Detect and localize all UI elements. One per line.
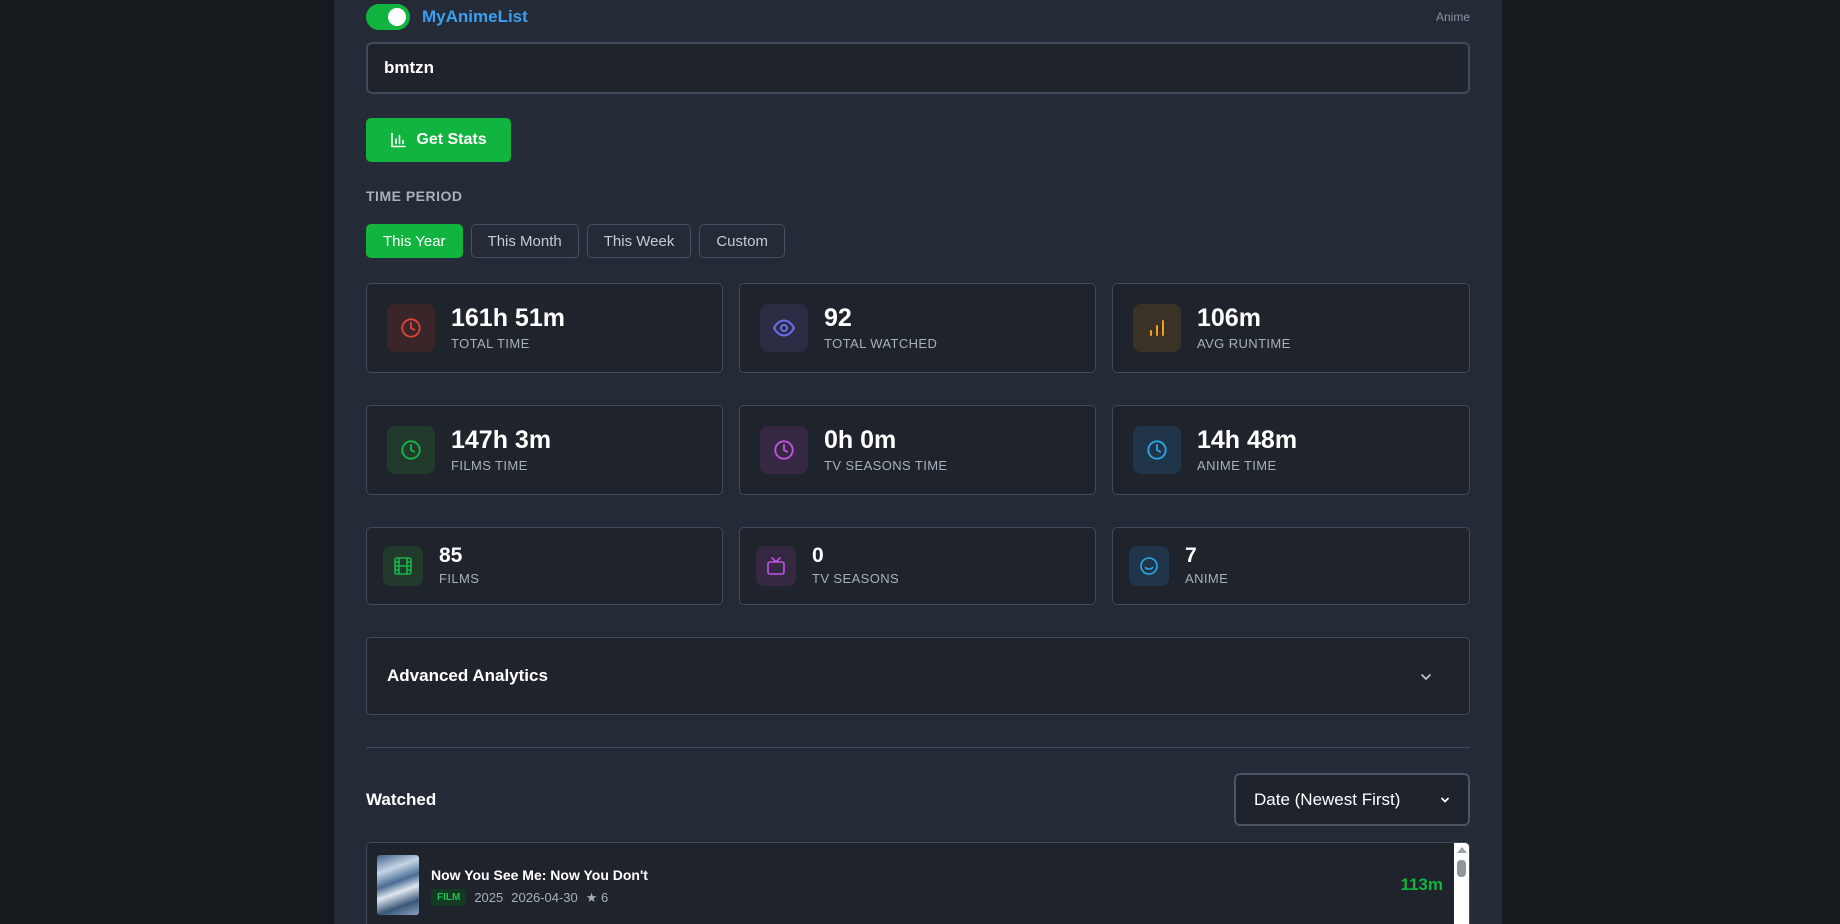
type-badge: FILM xyxy=(431,889,467,906)
bar-chart-icon xyxy=(1133,304,1181,352)
clock-icon xyxy=(760,426,808,474)
chevron-down-icon xyxy=(1421,674,1431,681)
eye-icon xyxy=(760,304,808,352)
period-this-month[interactable]: This Month xyxy=(470,224,579,258)
tv-seasons-count-value: 0 xyxy=(812,544,824,567)
item-meta: FILM 2025 2026-04-30 ★ 6 xyxy=(431,889,608,906)
clock-icon xyxy=(387,304,435,352)
poster-image xyxy=(377,855,419,915)
films-time-label: FILMS TIME xyxy=(451,458,528,473)
tv-seasons-count-label: TV SEASONS xyxy=(812,571,900,586)
bar-chart-icon xyxy=(391,132,407,148)
get-stats-label: Get Stats xyxy=(416,131,487,148)
films-time-value: 147h 3m xyxy=(451,426,552,454)
section-divider xyxy=(366,747,1470,748)
total-time-value: 161h 51m xyxy=(451,304,565,332)
source-toggle-row: MyAnimeList Anime xyxy=(366,4,1470,30)
anime-count-label: ANIME xyxy=(1185,571,1229,586)
scroll-thumb[interactable] xyxy=(1457,860,1466,877)
time-period-label: TIME PERIOD xyxy=(366,188,463,204)
watched-heading: Watched xyxy=(366,790,437,809)
list-item[interactable]: Now You See Me: Now You Don't FILM 2025 … xyxy=(367,843,1455,924)
stat-card-tv-seasons-time: 0h 0m TV SEASONS TIME xyxy=(739,405,1096,495)
avg-runtime-value: 106m xyxy=(1197,304,1261,332)
toggle-knob xyxy=(388,8,406,26)
stat-card-total-time: 161h 51m TOTAL TIME xyxy=(366,283,723,373)
films-count-label: FILMS xyxy=(439,571,480,586)
username-input[interactable] xyxy=(366,42,1470,94)
chevron-down-icon xyxy=(1441,797,1449,803)
stat-card-anime-time: 14h 48m ANIME TIME xyxy=(1112,405,1470,495)
period-this-week[interactable]: This Week xyxy=(586,224,692,258)
stat-card-films-time: 147h 3m FILMS TIME xyxy=(366,405,723,495)
total-time-label: TOTAL TIME xyxy=(451,336,530,351)
sort-selected-value: Date (Newest First) xyxy=(1254,789,1401,809)
period-custom[interactable]: Custom xyxy=(699,224,786,258)
media-type-tag: Anime xyxy=(1435,10,1470,24)
get-stats-button[interactable]: Get Stats xyxy=(366,118,511,162)
stat-card-avg-runtime: 106m AVG RUNTIME xyxy=(1112,283,1470,373)
tv-icon xyxy=(756,546,796,586)
scroll-up-arrow-icon[interactable] xyxy=(1457,847,1467,853)
source-label[interactable]: MyAnimeList xyxy=(422,7,528,27)
count-card-tv-seasons: 0 TV SEASONS xyxy=(739,527,1096,605)
anime-time-label: ANIME TIME xyxy=(1197,458,1277,473)
film-icon xyxy=(383,546,423,586)
count-card-films: 85 FILMS xyxy=(366,527,723,605)
item-runtime: 113m xyxy=(1400,875,1443,894)
main-panel: MyAnimeList Anime Get Stats TIME PERIOD … xyxy=(334,0,1502,924)
avg-runtime-label: AVG RUNTIME xyxy=(1197,336,1291,351)
source-toggle[interactable] xyxy=(366,4,410,30)
sort-select[interactable]: Date (Newest First) xyxy=(1234,773,1470,826)
count-card-anime: 7 ANIME xyxy=(1112,527,1470,605)
item-date: 2026-04-30 xyxy=(511,890,578,905)
watched-list: Now You See Me: Now You Don't FILM 2025 … xyxy=(366,842,1470,924)
anime-count-value: 7 xyxy=(1185,544,1197,567)
item-title: Now You See Me: Now You Don't xyxy=(431,867,648,883)
period-this-year[interactable]: This Year xyxy=(366,224,463,258)
stat-card-total-watched: 92 TOTAL WATCHED xyxy=(739,283,1096,373)
smile-icon xyxy=(1129,546,1169,586)
advanced-analytics-toggle[interactable]: Advanced Analytics xyxy=(366,637,1470,715)
clock-icon xyxy=(1133,426,1181,474)
total-watched-value: 92 xyxy=(824,304,852,332)
tv-seasons-time-value: 0h 0m xyxy=(824,426,897,454)
tv-seasons-time-label: TV SEASONS TIME xyxy=(824,458,948,473)
item-rating: ★ 6 xyxy=(585,889,609,905)
list-scrollbar[interactable] xyxy=(1454,843,1469,924)
total-watched-label: TOTAL WATCHED xyxy=(824,336,938,351)
anime-time-value: 14h 48m xyxy=(1197,426,1298,454)
advanced-analytics-title: Advanced Analytics xyxy=(387,666,548,685)
clock-icon xyxy=(387,426,435,474)
films-count-value: 85 xyxy=(439,544,463,567)
time-period-tabs: This Year This Month This Week Custom xyxy=(366,224,1470,258)
item-year: 2025 xyxy=(474,890,504,905)
